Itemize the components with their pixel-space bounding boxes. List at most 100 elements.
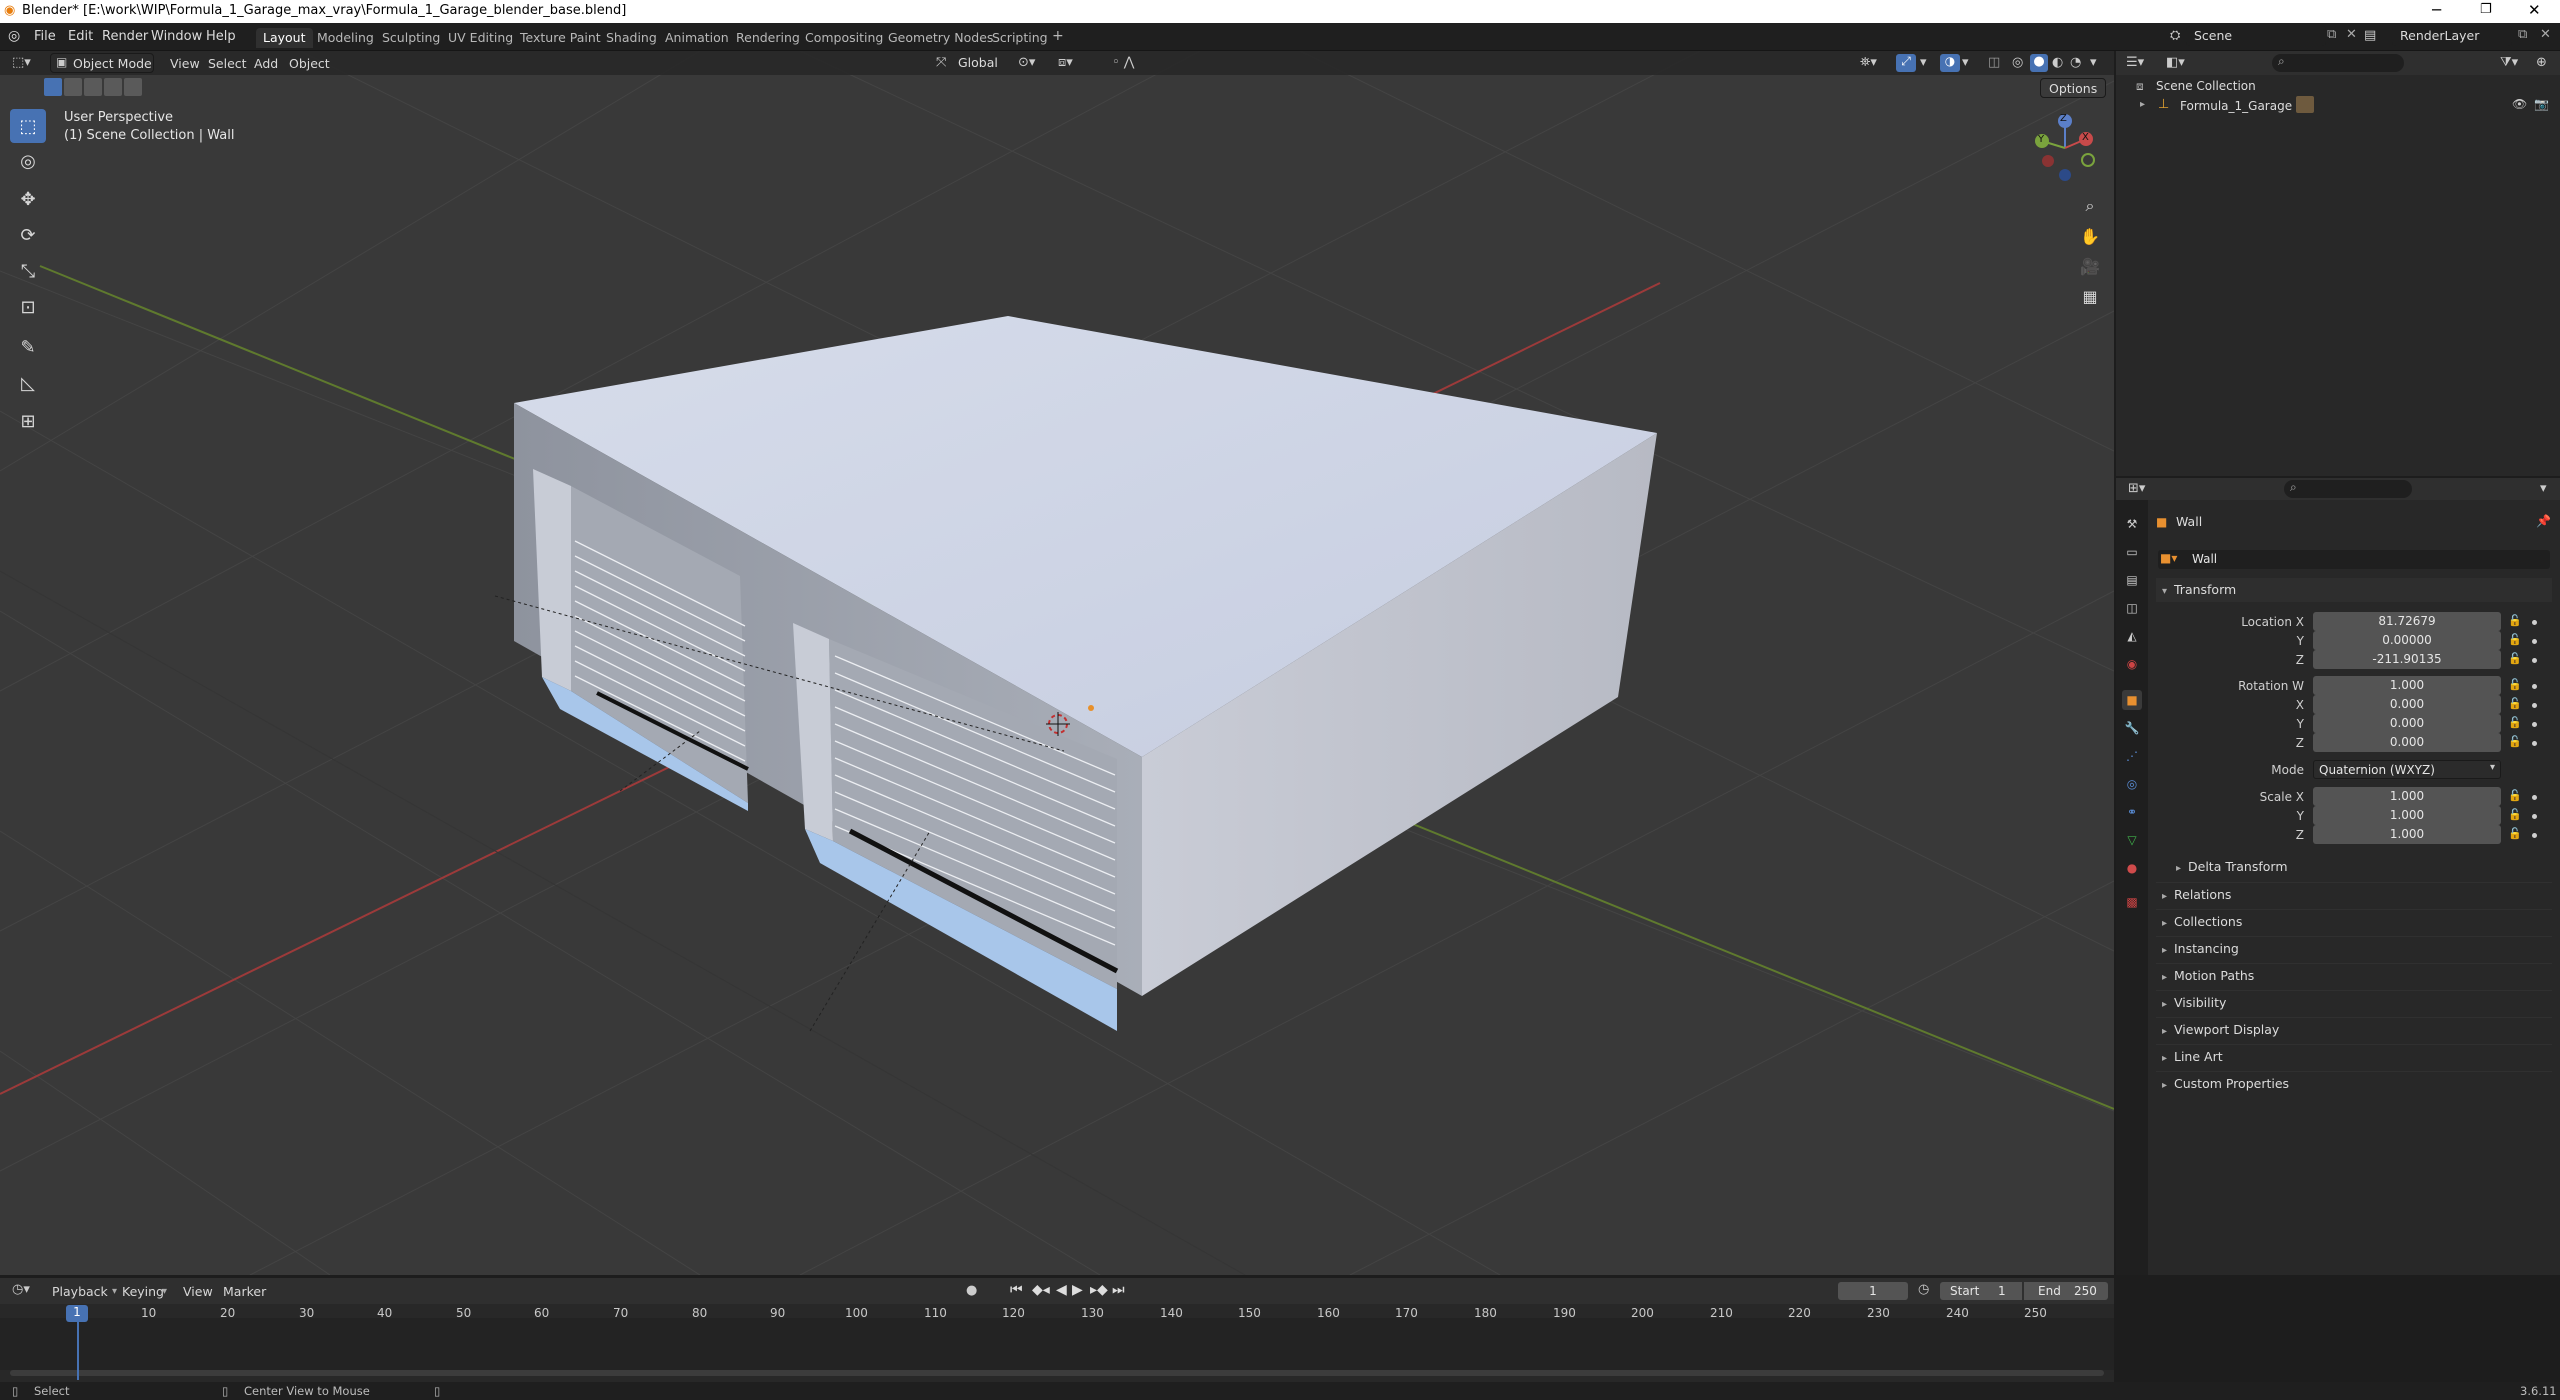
- tab-layout[interactable]: Layout: [256, 28, 313, 48]
- visibility-panel[interactable]: ▸ Visibility: [2156, 990, 2552, 1014]
- viewport-menu-add[interactable]: Add: [254, 56, 278, 71]
- properties-editor-icon[interactable]: ⊞▾: [2128, 481, 2145, 496]
- jump-end-icon[interactable]: ⏭: [1112, 1282, 1125, 1298]
- select-extend-icon[interactable]: [64, 78, 82, 96]
- xray-icon[interactable]: ◫: [1988, 55, 2000, 70]
- select-box-tool-icon[interactable]: ⬚: [10, 109, 46, 143]
- scale-y-field[interactable]: 1.000: [2313, 806, 2501, 825]
- delete-view-layer-icon[interactable]: ✕: [2540, 27, 2551, 42]
- add-cube-tool-icon[interactable]: ⊞: [10, 404, 46, 438]
- 3d-viewport[interactable]: User Perspective (1) Scene Collection | …: [0, 51, 2114, 1275]
- display-mode-icon[interactable]: ◧▾: [2166, 55, 2185, 70]
- keyframe-scale-x-icon[interactable]: [2532, 795, 2537, 800]
- instancing-panel[interactable]: ▸ Instancing: [2156, 936, 2552, 960]
- world-tab-icon[interactable]: ◉: [2122, 654, 2142, 674]
- line-art-panel[interactable]: ▸ Line Art: [2156, 1044, 2552, 1068]
- add-workspace-button[interactable]: +: [1045, 26, 1071, 46]
- lock-rotation-x-icon[interactable]: 🔓: [2508, 697, 2522, 710]
- scale-tool-icon[interactable]: ⤡: [10, 254, 46, 288]
- tool-tab-icon[interactable]: ⚒: [2122, 514, 2142, 534]
- gizmo-dropdown-icon[interactable]: ▾: [1920, 55, 1927, 70]
- viewport-menu-select[interactable]: Select: [208, 56, 247, 71]
- select-invert-icon[interactable]: [104, 78, 122, 96]
- keyframe-location-x-icon[interactable]: [2532, 620, 2537, 625]
- rotation-z-field[interactable]: 0.000: [2313, 733, 2501, 752]
- proportional-edit-icon[interactable]: ◦ ⋀: [1112, 55, 1134, 70]
- render-camera-icon[interactable]: 📷: [2534, 97, 2549, 111]
- menu-window[interactable]: Window: [151, 29, 202, 44]
- location-z-field[interactable]: -211.90135: [2313, 650, 2501, 669]
- view-layer-tab-icon[interactable]: ◫: [2122, 598, 2142, 618]
- end-frame-field[interactable]: 250: [2074, 1282, 2097, 1300]
- filter-icon[interactable]: ⧩▾: [2500, 55, 2518, 70]
- pivot-icon[interactable]: ⊙▾: [1018, 55, 1035, 70]
- close-button[interactable]: ✕: [2528, 1, 2541, 19]
- annotate-tool-icon[interactable]: ✎: [10, 330, 46, 364]
- shading-dropdown-icon[interactable]: ▾: [2090, 55, 2097, 70]
- blender-menu-icon[interactable]: ◎: [8, 28, 20, 44]
- navigation-gizmo[interactable]: Z X Y: [2028, 111, 2102, 185]
- timeline-menu-keying[interactable]: Keying: [122, 1284, 164, 1299]
- rotation-y-field[interactable]: 0.000: [2313, 714, 2501, 733]
- collections-panel[interactable]: ▸ Collections: [2156, 909, 2552, 933]
- transform-tool-icon[interactable]: ⊡: [10, 290, 46, 324]
- delta-transform-subpanel[interactable]: ▸ Delta Transform: [2170, 855, 2550, 879]
- jump-start-icon[interactable]: ⏮: [1010, 1282, 1023, 1298]
- viewport-display-panel[interactable]: ▸ Viewport Display: [2156, 1017, 2552, 1041]
- scale-z-field[interactable]: 1.000: [2313, 825, 2501, 844]
- minimize-button[interactable]: ─: [2432, 1, 2441, 19]
- playhead-frame-badge[interactable]: 1: [66, 1305, 88, 1322]
- material-tab-icon[interactable]: ●: [2122, 858, 2142, 878]
- options-button[interactable]: Options: [2040, 78, 2107, 98]
- keyframe-scale-z-icon[interactable]: [2532, 833, 2537, 838]
- tab-modeling[interactable]: Modeling: [310, 28, 381, 48]
- select-subtract-icon[interactable]: [84, 78, 102, 96]
- jump-keyframe-back-icon[interactable]: ◆◂: [1032, 1282, 1050, 1298]
- tab-sculpting[interactable]: Sculpting: [375, 28, 447, 48]
- play-reverse-icon[interactable]: ◀: [1056, 1282, 1067, 1298]
- play-icon[interactable]: ▶: [1072, 1282, 1083, 1298]
- viewport-menu-view[interactable]: View: [170, 56, 200, 71]
- tab-geometry-nodes[interactable]: Geometry Nodes: [881, 28, 1000, 48]
- object-tab-icon[interactable]: ■: [2122, 690, 2142, 710]
- lock-rotation-w-icon[interactable]: 🔓: [2508, 678, 2522, 691]
- location-y-field[interactable]: 0.00000: [2313, 631, 2501, 650]
- timeline-scrollbar[interactable]: [10, 1370, 2104, 1376]
- new-view-layer-icon[interactable]: ⧉: [2518, 27, 2527, 42]
- menu-file[interactable]: File: [34, 29, 56, 44]
- output-tab-icon[interactable]: ▤: [2122, 570, 2142, 590]
- scene-collection-label[interactable]: Scene Collection: [2156, 79, 2256, 93]
- tab-rendering[interactable]: Rendering: [729, 28, 807, 48]
- menu-edit[interactable]: Edit: [68, 29, 93, 44]
- lock-location-y-icon[interactable]: 🔓: [2508, 633, 2522, 646]
- wireframe-shading-icon[interactable]: ◎: [2012, 55, 2023, 70]
- keyframe-location-y-icon[interactable]: [2532, 639, 2537, 644]
- measure-tool-icon[interactable]: ◺: [10, 366, 46, 400]
- pan-hand-icon[interactable]: ✋: [2073, 222, 2107, 250]
- start-frame-field[interactable]: 1: [1998, 1282, 2006, 1300]
- jump-keyframe-forward-icon[interactable]: ▸◆: [1090, 1282, 1108, 1298]
- lock-location-x-icon[interactable]: 🔓: [2508, 614, 2522, 627]
- tab-animation[interactable]: Animation: [658, 28, 736, 48]
- delete-scene-icon[interactable]: ✕: [2346, 27, 2357, 42]
- camera-view-icon[interactable]: 🎥: [2073, 252, 2107, 280]
- relations-panel[interactable]: ▸ Relations: [2156, 882, 2552, 906]
- transform-panel-header[interactable]: ▾ Transform: [2156, 578, 2552, 602]
- overlay-dropdown-icon[interactable]: ▾: [1962, 55, 1969, 70]
- restore-button[interactable]: ❐: [2480, 2, 2492, 17]
- visibility-icon[interactable]: ⛯▾: [1860, 55, 1877, 70]
- data-tab-icon[interactable]: ▽: [2122, 830, 2142, 850]
- current-frame-field[interactable]: 1: [1838, 1282, 1908, 1300]
- properties-options-icon[interactable]: ▾: [2540, 481, 2547, 496]
- constraints-tab-icon[interactable]: ⚭: [2122, 802, 2142, 822]
- scene-selector[interactable]: Scene: [2186, 26, 2326, 46]
- outliner-search-input[interactable]: [2272, 54, 2404, 72]
- eye-visibility-icon[interactable]: 👁: [2512, 97, 2527, 111]
- lock-scale-x-icon[interactable]: 🔓: [2508, 789, 2522, 802]
- keyframe-location-z-icon[interactable]: [2532, 658, 2537, 663]
- zoom-icon[interactable]: ⌕: [2073, 192, 2107, 220]
- render-tab-icon[interactable]: ▭: [2122, 542, 2142, 562]
- preview-range-icon[interactable]: ◷: [1918, 1282, 1929, 1297]
- solid-shading-icon[interactable]: ●: [2030, 54, 2048, 72]
- pin-icon[interactable]: 📌: [2536, 514, 2551, 528]
